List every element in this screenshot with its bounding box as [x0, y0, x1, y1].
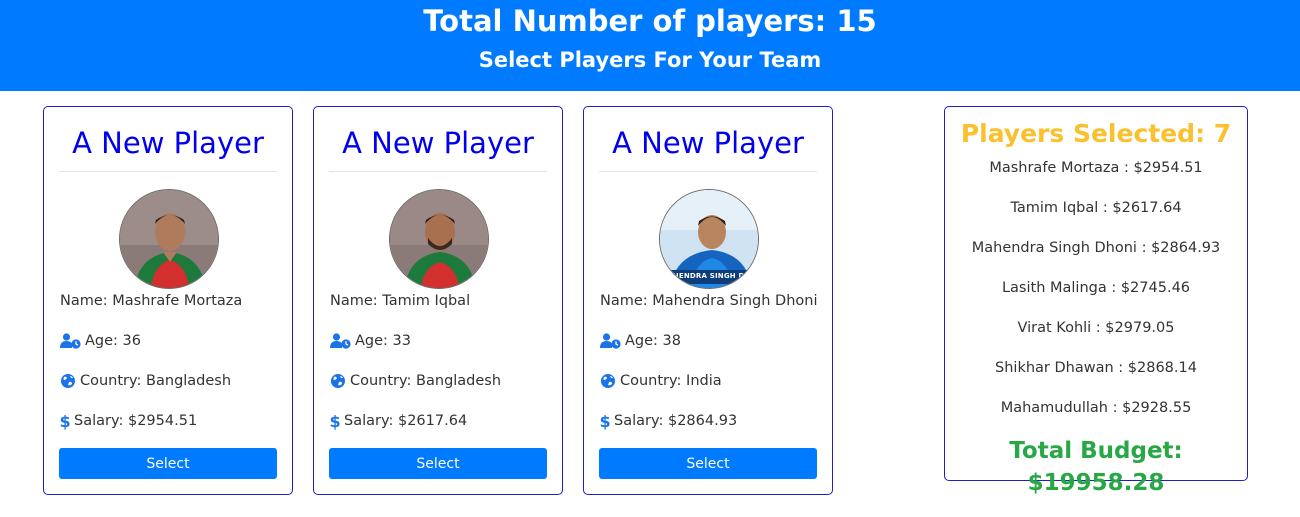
svg-text:$: $	[60, 413, 70, 430]
player-country: Country: Bangladesh	[350, 373, 502, 389]
player-country: Country: Bangladesh	[80, 373, 232, 389]
user-clock-icon	[600, 333, 621, 349]
list-item: Mahendra Singh Dhoni : $2864.93	[971, 240, 1221, 256]
player-photo	[389, 189, 489, 289]
player-country-row: Country: Bangladesh	[330, 371, 556, 391]
player-age-row: Age: 33	[330, 331, 556, 351]
svg-text:$: $	[600, 413, 610, 430]
player-age: Age: 36	[85, 333, 141, 349]
total-budget: Total Budget: $19958.28	[1009, 438, 1183, 496]
selected-players-panel: Players Selected: 7 Mashrafe Mortaza : $…	[944, 106, 1248, 496]
dollar-icon: $	[330, 413, 340, 430]
player-card: A New Player Name: Tamim Iqbal Age: 33 C…	[313, 106, 563, 495]
player-salary-row: $ Salary: $2617.64	[330, 411, 556, 431]
player-card-title: A New Player	[599, 123, 817, 172]
list-item: Shikhar Dhawan : $2868.14	[995, 360, 1197, 376]
dollar-icon: $	[60, 413, 70, 430]
player-salary-row: $ Salary: $2954.51	[60, 411, 286, 431]
player-salary: Salary: $2954.51	[74, 413, 198, 429]
total-players-heading: Total Number of players: 15	[423, 4, 877, 38]
player-card: A New Player Name: Mashrafe Mortaza Age:…	[43, 106, 293, 495]
list-item: Mahamudullah : $2928.55	[1000, 400, 1192, 416]
select-players-subtitle: Select Players For Your Team	[478, 48, 822, 72]
players-selected-title: Players Selected: 7	[960, 119, 1232, 148]
player-country-row: Country: Bangladesh	[60, 371, 286, 391]
player-card: A New Player MAHENDRA SINGH DHONI Name: …	[583, 106, 833, 495]
player-age: Age: 33	[355, 333, 411, 349]
list-item: Mashrafe Mortaza : $2954.51	[989, 160, 1203, 176]
player-card-title: A New Player	[59, 123, 277, 172]
player-card-title: A New Player	[329, 123, 547, 172]
photo-caption: MAHENDRA SINGH DHONI	[660, 272, 758, 280]
globe-icon	[60, 373, 76, 389]
selected-players-list: Mashrafe Mortaza : $2954.51 Tamim Iqbal …	[945, 158, 1247, 438]
list-item: Virat Kohli : $2979.05	[1017, 320, 1175, 336]
user-clock-icon	[330, 333, 351, 349]
player-country-row: Country: India	[600, 371, 826, 391]
player-name: Name: Tamim Iqbal	[330, 293, 471, 309]
globe-icon	[600, 373, 616, 389]
select-button[interactable]: Select	[329, 448, 547, 479]
player-age: Age: 38	[625, 333, 681, 349]
player-salary-row: $ Salary: $2864.93	[600, 411, 826, 431]
list-item: Tamim Iqbal : $2617.64	[1010, 200, 1182, 216]
select-button[interactable]: Select	[59, 448, 277, 479]
player-age-row: Age: 36	[60, 331, 286, 351]
page-header: Total Number of players: 15 Select Playe…	[0, 0, 1300, 91]
player-salary: Salary: $2864.93	[614, 413, 738, 429]
player-age-row: Age: 38	[600, 331, 826, 351]
player-name: Name: Mashrafe Mortaza	[60, 293, 243, 309]
list-item: Lasith Malinga : $2745.46	[1001, 280, 1191, 296]
globe-icon	[330, 373, 346, 389]
player-salary: Salary: $2617.64	[344, 413, 468, 429]
user-clock-icon	[60, 333, 81, 349]
player-name: Name: Mahendra Singh Dhoni	[600, 293, 818, 309]
player-photo	[119, 189, 219, 289]
svg-text:$: $	[330, 413, 340, 430]
player-country: Country: India	[620, 373, 722, 389]
player-photo: MAHENDRA SINGH DHONI	[659, 189, 759, 289]
select-button[interactable]: Select	[599, 448, 817, 479]
dollar-icon: $	[600, 413, 610, 430]
